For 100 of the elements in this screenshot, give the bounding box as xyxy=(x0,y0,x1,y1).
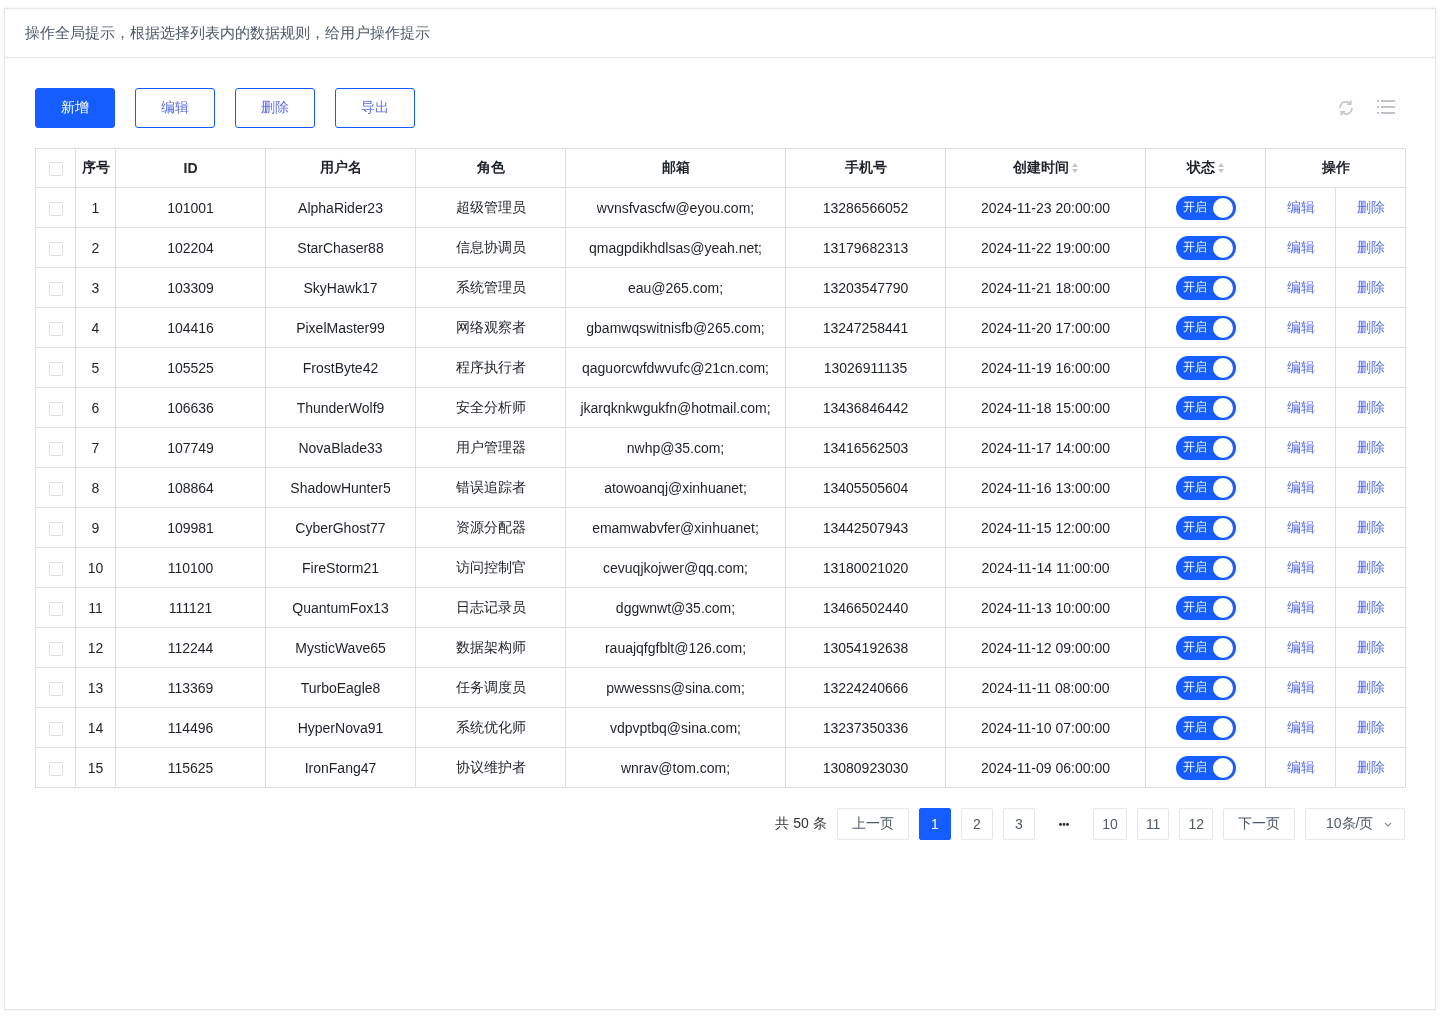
status-toggle[interactable]: 开启 xyxy=(1175,395,1236,420)
table-cell: atowoanqj@xinhuanet; xyxy=(565,467,786,508)
list-icon[interactable] xyxy=(1377,99,1395,115)
edit-link[interactable]: 编辑 xyxy=(1286,478,1315,495)
status-toggle[interactable]: 开启 xyxy=(1175,755,1236,780)
delete-link[interactable]: 删除 xyxy=(1356,358,1385,375)
status-toggle[interactable]: 开启 xyxy=(1175,315,1236,340)
edit-link[interactable]: 编辑 xyxy=(1286,278,1315,295)
edit-link[interactable]: 编辑 xyxy=(1286,558,1315,575)
previous-page-button[interactable]: 上一页 xyxy=(836,808,909,840)
status-toggle[interactable]: 开启 xyxy=(1175,195,1236,220)
edit-link[interactable]: 编辑 xyxy=(1286,518,1315,535)
row-checkbox[interactable] xyxy=(48,561,63,576)
table-cell: 信息协调员 xyxy=(415,227,566,268)
table-cell: 14 xyxy=(75,707,116,748)
row-checkbox[interactable] xyxy=(48,681,63,696)
page-button[interactable]: 12 xyxy=(1179,808,1213,840)
delete-link[interactable]: 删除 xyxy=(1356,318,1385,335)
table-cell: 101001 xyxy=(115,187,266,228)
row-checkbox[interactable] xyxy=(48,321,63,336)
next-page-button[interactable]: 下一页 xyxy=(1223,808,1295,840)
table-cell: 104416 xyxy=(115,307,266,348)
row-checkbox[interactable] xyxy=(48,401,63,416)
edit-link[interactable]: 编辑 xyxy=(1286,438,1315,455)
table-cell: 2024-11-19 16:00:00 xyxy=(945,347,1146,388)
toolbar-button[interactable]: 删除 xyxy=(235,88,315,128)
edit-link[interactable]: 编辑 xyxy=(1286,718,1315,735)
delete-link[interactable]: 删除 xyxy=(1356,758,1385,775)
page-button[interactable]: 2 xyxy=(960,808,993,840)
delete-link[interactable]: 删除 xyxy=(1356,198,1385,215)
refresh-icon[interactable] xyxy=(1337,99,1355,117)
table-cell: 13237350336 xyxy=(785,707,946,748)
delete-link[interactable]: 删除 xyxy=(1356,558,1385,575)
row-checkbox[interactable] xyxy=(48,601,63,616)
table-cell: 13436846442 xyxy=(785,387,946,428)
edit-link[interactable]: 编辑 xyxy=(1286,638,1315,655)
status-toggle[interactable]: 开启 xyxy=(1175,675,1236,700)
row-checkbox[interactable] xyxy=(48,481,63,496)
column-header: 手机号 xyxy=(785,148,946,188)
delete-link[interactable]: 删除 xyxy=(1356,238,1385,255)
page-size-select[interactable]: 10条/页 xyxy=(1305,808,1405,840)
page-button[interactable]: 3 xyxy=(1002,808,1035,840)
sort-icon[interactable] xyxy=(1072,163,1078,174)
edit-link[interactable]: 编辑 xyxy=(1286,398,1315,415)
status-toggle[interactable]: 开启 xyxy=(1175,515,1236,540)
table-cell: 2024-11-15 12:00:00 xyxy=(945,507,1146,548)
delete-link[interactable]: 删除 xyxy=(1356,478,1385,495)
row-checkbox[interactable] xyxy=(48,441,63,456)
edit-link[interactable]: 编辑 xyxy=(1286,318,1315,335)
page-button[interactable]: 11 xyxy=(1136,808,1170,840)
delete-link[interactable]: 删除 xyxy=(1356,398,1385,415)
column-header[interactable]: 状态 xyxy=(1145,148,1266,188)
status-toggle[interactable]: 开启 xyxy=(1175,555,1236,580)
page-button[interactable]: 1 xyxy=(918,808,951,840)
delete-link[interactable]: 删除 xyxy=(1356,598,1385,615)
row-checkbox[interactable] xyxy=(48,281,63,296)
row-checkbox[interactable] xyxy=(48,721,63,736)
delete-link[interactable]: 删除 xyxy=(1356,518,1385,535)
row-checkbox[interactable] xyxy=(48,201,63,216)
status-toggle[interactable]: 开启 xyxy=(1175,475,1236,500)
table-cell: TurboEagle8 xyxy=(265,667,416,708)
row-checkbox[interactable] xyxy=(48,361,63,376)
table-cell: 13179682313 xyxy=(785,227,946,268)
table-cell: 系统管理员 xyxy=(415,267,566,308)
status-toggle[interactable]: 开启 xyxy=(1175,635,1236,660)
table-cell: 错误追踪者 xyxy=(415,467,566,508)
delete-link[interactable]: 删除 xyxy=(1356,278,1385,295)
table-cell: 数据架构师 xyxy=(415,627,566,668)
status-toggle[interactable]: 开启 xyxy=(1175,595,1236,620)
table-cell: 7 xyxy=(75,427,116,468)
delete-link[interactable]: 删除 xyxy=(1356,718,1385,735)
table-cell: 114496 xyxy=(115,707,266,748)
table-cell: 13247258441 xyxy=(785,307,946,348)
status-toggle[interactable]: 开启 xyxy=(1175,275,1236,300)
edit-link[interactable]: 编辑 xyxy=(1286,238,1315,255)
toolbar-button[interactable]: 导出 xyxy=(335,88,415,128)
row-checkbox[interactable] xyxy=(48,521,63,536)
status-toggle[interactable]: 开启 xyxy=(1175,435,1236,460)
column-header[interactable]: 创建时间 xyxy=(945,148,1146,188)
select-all-checkbox[interactable] xyxy=(48,162,63,177)
table-cell: 13405505604 xyxy=(785,467,946,508)
status-toggle[interactable]: 开启 xyxy=(1175,235,1236,260)
table-cell: 8 xyxy=(75,467,116,508)
edit-link[interactable]: 编辑 xyxy=(1286,358,1315,375)
delete-link[interactable]: 删除 xyxy=(1356,678,1385,695)
sort-icon[interactable] xyxy=(1218,163,1224,174)
edit-link[interactable]: 编辑 xyxy=(1286,758,1315,775)
status-toggle[interactable]: 开启 xyxy=(1175,715,1236,740)
edit-link[interactable]: 编辑 xyxy=(1286,198,1315,215)
edit-link[interactable]: 编辑 xyxy=(1286,678,1315,695)
toolbar-button[interactable]: 编辑 xyxy=(135,88,215,128)
delete-link[interactable]: 删除 xyxy=(1356,438,1385,455)
row-checkbox[interactable] xyxy=(48,241,63,256)
status-toggle[interactable]: 开启 xyxy=(1175,355,1236,380)
toolbar-button[interactable]: 新增 xyxy=(35,88,115,128)
page-button[interactable]: 10 xyxy=(1093,808,1127,840)
edit-link[interactable]: 编辑 xyxy=(1286,598,1315,615)
delete-link[interactable]: 删除 xyxy=(1356,638,1385,655)
row-checkbox[interactable] xyxy=(48,761,63,776)
row-checkbox[interactable] xyxy=(48,641,63,656)
